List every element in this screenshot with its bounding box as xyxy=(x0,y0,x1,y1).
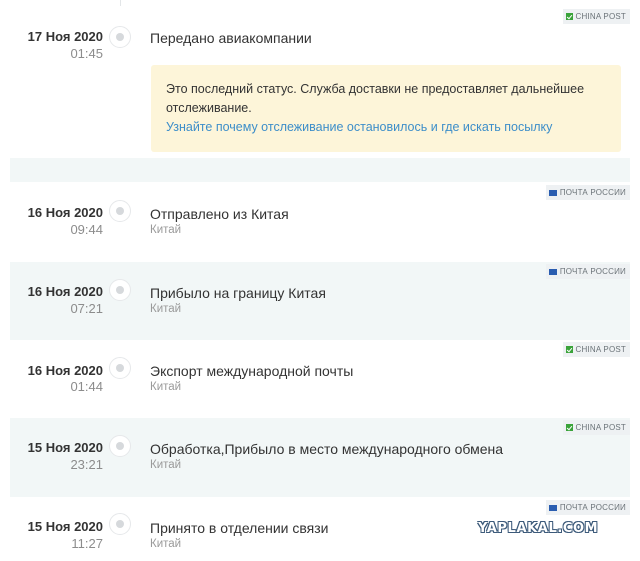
event-time: 07:21 xyxy=(70,301,103,316)
russian-post-icon xyxy=(548,505,557,511)
carrier-label: ПОЧТА РОССИИ xyxy=(559,267,626,276)
event-status: Принято в отделении связи xyxy=(150,520,329,536)
event-time: 11:27 xyxy=(71,536,103,551)
event-date: 16 Ноя 2020 xyxy=(27,363,103,378)
carrier-label: CHINA POST xyxy=(575,423,626,432)
event-time: 01:44 xyxy=(70,379,103,394)
carrier-badge: ПОЧТА РОССИИ xyxy=(545,500,630,515)
section-divider xyxy=(10,158,630,182)
timeline-dot xyxy=(109,26,131,48)
russian-post-icon xyxy=(548,190,557,196)
china-post-icon xyxy=(565,13,573,20)
last-status-notice: Это последний статус. Служба доставки не… xyxy=(151,65,621,152)
event-time: 01:45 xyxy=(70,46,103,61)
event-status: Прибыло на границу Китая xyxy=(150,285,326,301)
event-status: Передано авиакомпании xyxy=(150,30,312,46)
event-location: Китай xyxy=(150,538,182,550)
carrier-badge: ПОЧТА РОССИИ xyxy=(545,185,630,200)
russian-post-icon xyxy=(548,269,557,275)
tracking-event-row: ПОЧТА РОССИИ 16 Ноя 2020 07:21 Прибыло н… xyxy=(10,262,630,340)
carrier-label: ПОЧТА РОССИИ xyxy=(559,188,626,197)
timeline-dot xyxy=(109,357,131,379)
carrier-badge: CHINA POST xyxy=(562,420,630,435)
tracking-event-row: CHINA POST 15 Ноя 2020 23:21 Обработка,П… xyxy=(10,418,630,497)
event-status: Экспорт международной почты xyxy=(150,363,354,379)
timeline-dot xyxy=(109,435,131,457)
carrier-badge: ПОЧТА РОССИИ xyxy=(545,264,630,279)
carrier-label: CHINA POST xyxy=(575,12,626,21)
timeline-dot xyxy=(109,200,131,222)
notice-text: Это последний статус. Служба доставки не… xyxy=(166,82,585,115)
carrier-badge: CHINA POST xyxy=(562,9,630,24)
timeline-dot xyxy=(109,279,131,301)
event-date: 15 Ноя 2020 xyxy=(27,519,103,534)
event-status: Обработка,Прибыло в место международного… xyxy=(150,441,504,457)
event-time: 09:44 xyxy=(70,222,103,237)
event-date: 17 Ноя 2020 xyxy=(27,29,103,44)
event-location: Китай xyxy=(150,303,182,315)
china-post-icon xyxy=(565,346,573,353)
event-location: Китай xyxy=(150,459,182,471)
event-time: 23:21 xyxy=(70,457,103,472)
event-date: 16 Ноя 2020 xyxy=(27,205,103,220)
carrier-badge: CHINA POST xyxy=(562,342,630,357)
tracking-event-row: ПОЧТА РОССИИ 16 Ноя 2020 09:44 Отправлен… xyxy=(10,182,630,262)
site-watermark: YAPLAKAL.COM xyxy=(478,521,599,536)
china-post-icon xyxy=(565,424,573,431)
carrier-label: CHINA POST xyxy=(575,345,626,354)
timeline-dot xyxy=(109,513,131,535)
event-date: 15 Ноя 2020 xyxy=(27,440,103,455)
carrier-label: ПОЧТА РОССИИ xyxy=(559,503,626,512)
event-status: Отправлено из Китая xyxy=(150,206,289,222)
event-location: Китай xyxy=(150,381,182,393)
event-location: Китай xyxy=(150,224,182,236)
event-date: 16 Ноя 2020 xyxy=(27,284,103,299)
tracking-event-row: CHINA POST 16 Ноя 2020 01:44 Экспорт меж… xyxy=(10,340,630,418)
tracking-stopped-link[interactable]: Узнайте почему отслеживание остановилось… xyxy=(166,118,606,137)
tracking-event-row: CHINA POST 17 Ноя 2020 01:45 Передано ав… xyxy=(10,6,630,158)
